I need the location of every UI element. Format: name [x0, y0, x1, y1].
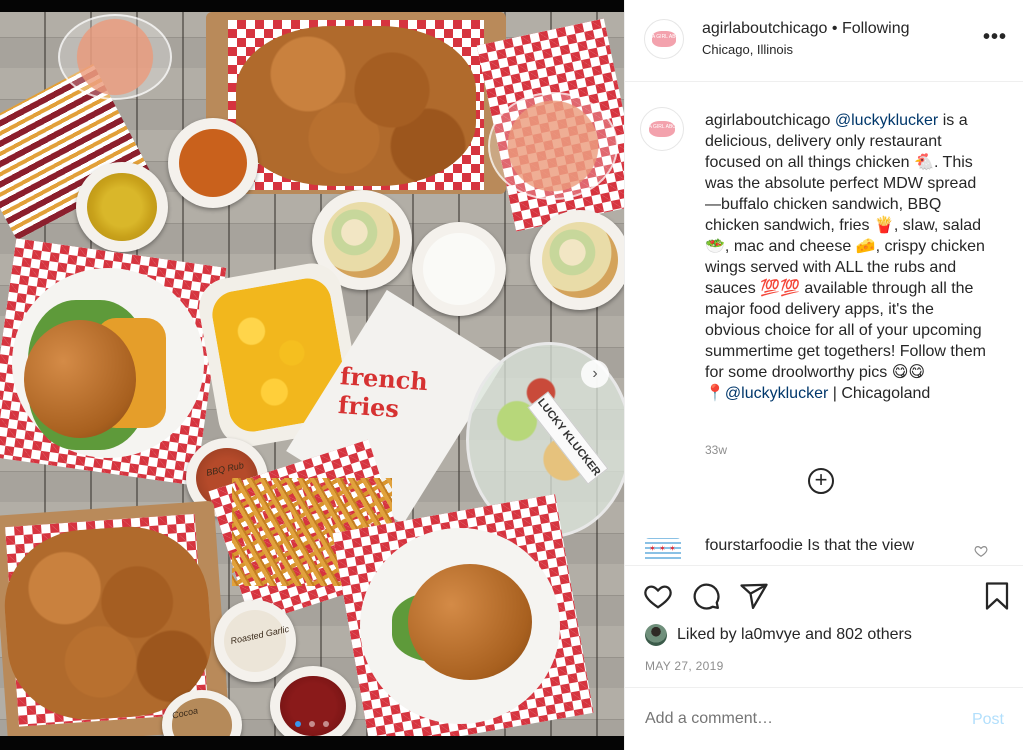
caption-text-2: | Chicagoland — [828, 385, 931, 402]
likes-middle: and — [805, 626, 832, 643]
bookmark-icon[interactable] — [982, 581, 1012, 611]
liker-username[interactable]: la0mvye — [741, 626, 801, 644]
post-location[interactable]: Chicago, Illinois — [702, 42, 910, 57]
post-header: A GIRL ABOUT CHICAGO agirlaboutchicago •… — [625, 0, 1023, 82]
author-avatar[interactable]: A GIRL ABOUT CHICAGO — [644, 19, 684, 59]
caption-age: 33w — [705, 443, 728, 457]
share-icon[interactable] — [739, 581, 769, 611]
wine-glass-left — [58, 14, 172, 100]
caption-author[interactable]: agirlaboutchicago — [705, 112, 830, 129]
avatar-logo: A GIRL ABOUT CHICAGO — [648, 120, 676, 138]
mention-link-2[interactable]: @luckyklucker — [725, 385, 828, 402]
wine-glass-right — [488, 92, 618, 200]
carousel-next-button[interactable]: › — [581, 360, 609, 388]
likes-others-link[interactable]: 802 others — [836, 626, 912, 644]
post-photo[interactable]: french fries LUCKY KLUCKER › BBQ Rub Roa… — [0, 0, 624, 750]
comment: fourstarfoodie Is that the view — [705, 537, 914, 555]
mention-link[interactable]: @luckyklucker — [835, 112, 938, 129]
star-icon: ✶ — [669, 544, 676, 553]
ranch-cup — [412, 222, 506, 316]
header-separator: • — [831, 20, 838, 37]
seasoning-cup-yellow — [76, 162, 168, 252]
avatar-logo: A GIRL ABOUT CHICAGO — [651, 31, 677, 47]
header-names: agirlaboutchicago • Following Chicago, I… — [702, 20, 910, 57]
carousel-dot — [294, 721, 301, 727]
caption-text: is a delicious, delivery only restaurant… — [705, 112, 986, 381]
carousel-dot — [309, 721, 315, 727]
comment-input[interactable] — [645, 710, 935, 728]
lucky-klucker-sticker: LUCKY KLUCKER — [527, 391, 609, 485]
sauce-cup-orange — [168, 118, 258, 208]
post-comment-button[interactable]: Post — [972, 711, 1004, 729]
comment-author[interactable]: fourstarfoodie — [705, 537, 803, 554]
burger-bun-right — [408, 564, 532, 680]
post-date: MAY 27, 2019 — [645, 659, 724, 673]
add-comment-bar: Post — [625, 687, 1023, 750]
load-more-comments-button[interactable]: + — [808, 468, 834, 494]
burger-bun-left — [24, 320, 136, 438]
star-icon: ✶ — [659, 544, 666, 553]
pin-emoji: 📍 — [705, 385, 725, 402]
post-caption: agirlaboutchicago @luckyklucker is a del… — [705, 110, 990, 404]
post-actions: Liked by la0mvye and 802 others MAY 27, … — [625, 565, 1023, 687]
more-options-icon[interactable]: ••• — [983, 26, 1007, 49]
bbq-sauce-cup — [270, 666, 356, 746]
comment-text: Is that the view — [807, 537, 915, 554]
following-button[interactable]: Following — [842, 20, 910, 37]
commenter-avatar[interactable]: ✶ ✶ ✶ — [645, 538, 681, 562]
likes-summary: Liked by la0mvye and 802 others — [645, 624, 912, 646]
comments-section[interactable]: A GIRL ABOUT CHICAGO agirlaboutchicago @… — [625, 82, 1023, 565]
slaw-cup-right — [530, 210, 624, 310]
carousel-dot — [323, 721, 330, 727]
carousel-dots — [0, 714, 624, 732]
comment-like-heart-icon[interactable] — [974, 544, 988, 558]
heart-icon[interactable] — [643, 581, 673, 611]
star-icon: ✶ — [649, 544, 656, 553]
liker-avatar[interactable] — [645, 624, 667, 646]
garlic-sauce-cup: Roasted Garlic — [214, 600, 296, 682]
chicken-wings-top — [236, 26, 476, 186]
caption-author-avatar[interactable]: A GIRL ABOUT CHICAGO — [640, 107, 684, 151]
author-username[interactable]: agirlaboutchicago — [702, 20, 827, 37]
photo-bottom-border — [0, 736, 624, 750]
photo-top-border — [0, 0, 624, 12]
post-side-panel: A GIRL ABOUT CHICAGO agirlaboutchicago •… — [624, 0, 1023, 750]
likes-prefix: Liked by — [677, 626, 737, 643]
comment-icon[interactable] — [691, 581, 721, 611]
